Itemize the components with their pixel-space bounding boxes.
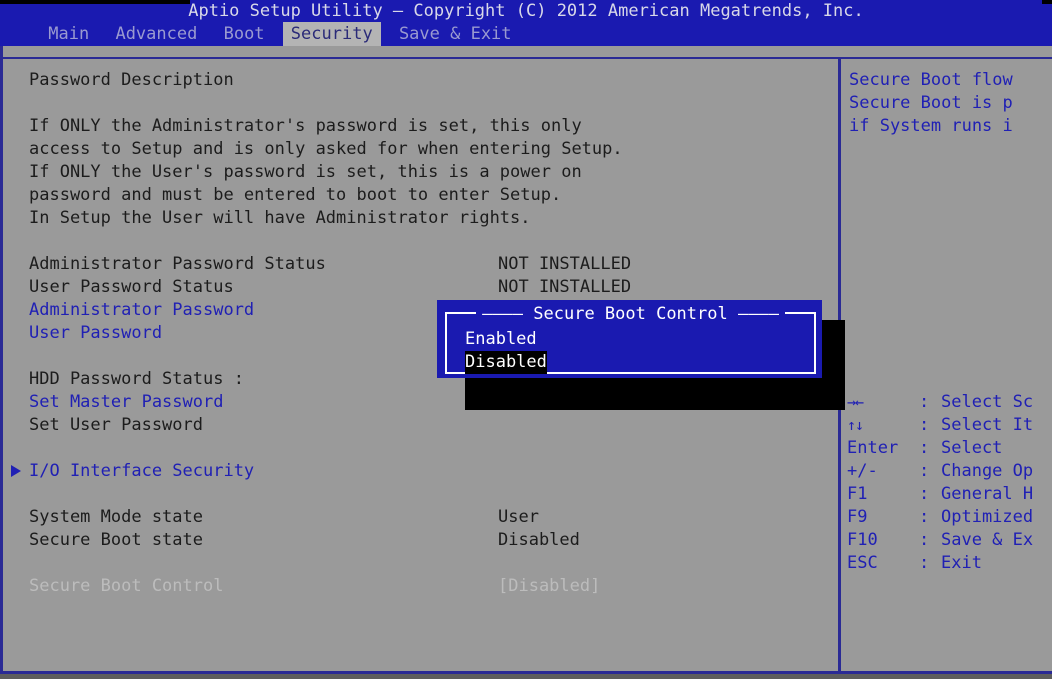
spacer-6 (3, 552, 838, 575)
panel-bottom-fill (0, 674, 1052, 679)
dialog-option-disabled[interactable]: Disabled (465, 351, 547, 374)
help-text-line-2: Secure Boot is p (841, 92, 1052, 115)
bios-setup-screen: Aptio Setup Utility – Copyright (C) 2012… (0, 0, 1052, 679)
spacer-4 (3, 437, 838, 460)
value-administrator-password-status: NOT INSTALLED (498, 253, 631, 276)
panel-top-fill (0, 46, 1052, 49)
row-user-password-status: User Password Status NOT INSTALLED (3, 276, 838, 299)
key-legend-select-screen: →← : Select Sc (841, 391, 1052, 414)
title-shade-right (1042, 0, 1052, 4)
description-line-5: In Setup the User will have Administrato… (3, 207, 838, 230)
arrow-up-down-icon: ↑↓ (847, 414, 863, 437)
dialog-title-text: Secure Boot Control (533, 304, 727, 324)
row-system-mode-state: System Mode state User (3, 506, 838, 529)
tab-boot[interactable]: Boot (216, 22, 273, 46)
window-title-bar: Aptio Setup Utility – Copyright (C) 2012… (0, 0, 1052, 22)
password-description-heading: Password Description (3, 69, 838, 92)
main-menu-bar: Main Advanced Boot Security Save & Exit (0, 22, 1052, 46)
help-text-line-1: Secure Boot flow (841, 69, 1052, 92)
key-legend-optimized-defaults: F9 : Optimized (841, 506, 1052, 529)
dialog-title: ———— Secure Boot Control ———— (447, 304, 814, 324)
row-administrator-password-status: Administrator Password Status NOT INSTAL… (3, 253, 838, 276)
tab-advanced[interactable]: Advanced (107, 22, 205, 46)
description-line-1: If ONLY the Administrator's password is … (3, 115, 838, 138)
row-set-user-password[interactable]: Set User Password (3, 414, 838, 437)
value-user-password-status: NOT INSTALLED (498, 276, 631, 299)
key-legend-change-option: +/- : Change Op (841, 460, 1052, 483)
description-line-3: If ONLY the User's password is set, this… (3, 161, 838, 184)
row-secure-boot-control[interactable]: Secure Boot Control [Disabled] (3, 575, 838, 598)
spacer-5 (3, 483, 838, 506)
row-io-interface-security[interactable]: I/O Interface Security (3, 460, 838, 483)
tab-save-and-exit[interactable]: Save & Exit (391, 22, 520, 46)
help-panel: Secure Boot flow Secure Boot is p if Sys… (841, 59, 1052, 671)
key-legend-exit: ESC : Exit (841, 552, 1052, 575)
page-title: Aptio Setup Utility – Copyright (C) 2012… (188, 1, 864, 21)
spacer-2 (3, 230, 838, 253)
arrow-left-right-icon: →← (847, 391, 863, 414)
key-legend-select-item: ↑↓ : Select It (841, 414, 1052, 437)
description-line-2: access to Setup and is only asked for wh… (3, 138, 838, 161)
submenu-arrow-icon (11, 465, 21, 477)
key-legend-enter-select: Enter : Select (841, 437, 1052, 460)
secure-boot-control-dialog: ———— Secure Boot Control ———— Enabled Di… (437, 300, 822, 378)
dialog-option-enabled[interactable]: Enabled (465, 328, 537, 351)
value-secure-boot-control: [Disabled] (498, 575, 600, 598)
dialog-title-dash-left: ———— (482, 304, 523, 324)
spacer-1 (3, 92, 838, 115)
help-text-line-3: if System runs i (841, 115, 1052, 138)
key-legend-general-help: F1 : General H (841, 483, 1052, 506)
value-secure-boot-state: Disabled (498, 529, 580, 552)
dialog-title-dash-right: ———— (738, 304, 779, 324)
row-secure-boot-state: Secure Boot state Disabled (3, 529, 838, 552)
tab-main[interactable]: Main (40, 22, 97, 46)
value-system-mode-state: User (498, 506, 539, 529)
dialog-inner-border: ———— Secure Boot Control ———— Enabled Di… (445, 312, 816, 374)
title-shade-left (0, 0, 190, 4)
description-line-4: password and must be entered to boot to … (3, 184, 838, 207)
tab-security[interactable]: Security (283, 22, 381, 46)
key-legend-save-and-exit: F10 : Save & Ex (841, 529, 1052, 552)
